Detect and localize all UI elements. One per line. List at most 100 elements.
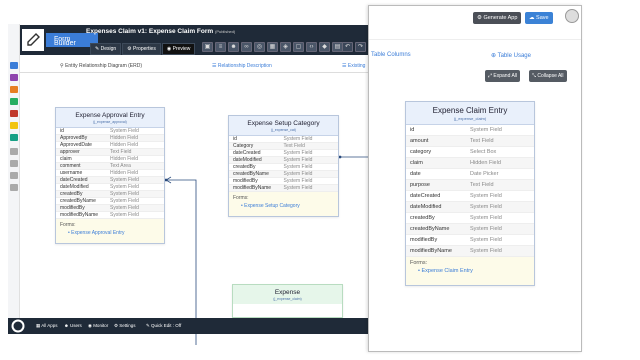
card-subtitle: (j_expense_cat): [271, 128, 296, 132]
card-header: Expense Approval Entry (j_expense_approv…: [56, 108, 164, 128]
forms-section: Forms: • Expense Claim Entry: [406, 257, 534, 285]
field-type: Hidden Field: [110, 156, 139, 162]
form-link[interactable]: • Expense Setup Category: [233, 203, 334, 209]
field-type: System Field: [470, 226, 502, 232]
field-list: id System Field ApprovedBy Hidden Field Ap…: [56, 128, 164, 219]
card-subtitle: (j_expense_claim): [453, 116, 487, 121]
field-row: id System Field: [56, 128, 164, 135]
monitor-link[interactable]: ◉ Monitor: [88, 323, 108, 329]
entity-card-expense-approval[interactable]: Expense Approval Entry (j_expense_approv…: [55, 107, 165, 244]
field-row: claim Hidden Field: [56, 156, 164, 163]
field-row: dateCreated System Field: [229, 150, 338, 157]
card-header: Expense Claim Entry (j_expense_claim): [406, 102, 534, 125]
form-link-label: Expense Claim Entry: [421, 268, 473, 274]
form-builder-window: Form Builder Expenses Claim v1: Expense …: [0, 0, 640, 360]
field-name: claim: [410, 160, 423, 166]
field-row: createdBy System Field: [406, 213, 534, 224]
bottom-bar: ▦ All Apps ☻ Users ◉ Monitor ⚙ Settings …: [8, 318, 370, 334]
field-name: modifiedBy: [410, 237, 438, 243]
table-columns-panel: ⚙ Generate App ☁ Save Table Columns ⊕ Ta…: [368, 5, 582, 352]
field-type: System Field: [110, 177, 139, 183]
field-name: dateModified: [233, 157, 262, 163]
forms-label: Forms:: [233, 195, 249, 201]
field-row: ApprovedDate Hidden Field: [56, 142, 164, 149]
field-name: modifiedBy: [60, 205, 85, 211]
field-name: modifiedByName: [60, 212, 99, 218]
field-type: System Field: [470, 237, 502, 243]
connector-dot: [338, 155, 342, 159]
field-name: claim: [60, 156, 72, 162]
settings-link[interactable]: ⚙ Settings: [114, 323, 136, 329]
field-type: System Field: [283, 136, 313, 142]
entity-card-expense-partial[interactable]: Expense (j_expense_claim): [232, 284, 343, 318]
expand-all-button[interactable]: ⤢ Expand All: [485, 70, 521, 82]
field-name: Category: [233, 143, 254, 149]
field-row: createdBy System Field: [56, 191, 164, 198]
tab-table-usage[interactable]: ⊕ Table Usage: [491, 52, 531, 59]
card-subtitle: (j_expense_claim): [273, 297, 302, 301]
field-type: Text Field: [470, 138, 494, 144]
field-name: createdBy: [410, 215, 435, 221]
field-row: claim Hidden Field: [406, 158, 534, 169]
field-type: System Field: [283, 164, 313, 170]
field-type: Select Box: [470, 149, 497, 155]
field-row: purpose Text Field: [406, 180, 534, 191]
field-row: modifiedBy System Field: [229, 178, 338, 185]
generate-app-button[interactable]: ⚙ Generate App: [473, 12, 522, 24]
card-title: Expense: [274, 289, 301, 296]
field-type: System Field: [283, 178, 313, 184]
field-row: modifiedByName System Field: [56, 212, 164, 219]
card-subtitle: (j_expense_approval): [93, 120, 127, 124]
field-type: System Field: [470, 248, 502, 254]
field-row: id System Field: [406, 125, 534, 136]
field-row: modifiedByName System Field: [229, 185, 338, 192]
forms-section: Forms: • Expense Setup Category: [229, 192, 338, 216]
field-name: purpose: [410, 182, 430, 188]
table-usage-label: Table Usage: [497, 53, 531, 59]
field-list: id System Field Category Text Field dateCr…: [229, 136, 338, 192]
field-name: modifiedBy: [233, 178, 258, 184]
field-type: Text Field: [283, 143, 305, 149]
form-link[interactable]: • Expense Approval Entry: [60, 230, 160, 236]
forms-section: Forms: • Expense Approval Entry: [56, 219, 164, 243]
field-name: username: [60, 170, 83, 176]
field-type: Hidden Field: [110, 135, 139, 141]
field-type: System Field: [283, 185, 313, 191]
field-name: id: [410, 127, 415, 133]
users-label: Users: [70, 323, 82, 328]
field-type: Text Field: [110, 149, 132, 155]
users-link[interactable]: ☻ Users: [64, 323, 82, 328]
field-row: dateModified System Field: [406, 202, 534, 213]
field-row: Category Text Field: [229, 143, 338, 150]
field-name: createdBy: [233, 164, 256, 170]
save-button[interactable]: ☁ Save: [525, 12, 553, 24]
joget-logo-icon[interactable]: [11, 319, 25, 333]
form-link-label: Expense Approval Entry: [71, 230, 125, 236]
card-title: Expense Setup Category: [247, 120, 320, 127]
field-name: modifiedByName: [410, 248, 452, 254]
all-apps-link[interactable]: ▦ All Apps: [36, 323, 58, 329]
monitor-label: Monitor: [93, 323, 109, 328]
field-type: Date Picker: [470, 171, 499, 177]
tab-table-columns[interactable]: Table Columns: [371, 52, 411, 58]
quick-edit-toggle[interactable]: ✎ Quick Edit : Off: [146, 323, 181, 329]
field-type: System Field: [110, 184, 139, 190]
all-apps-label: All Apps: [41, 323, 58, 328]
entity-card-expense-category[interactable]: Expense Setup Category (j_expense_cat) i…: [228, 115, 339, 217]
form-link[interactable]: • Expense Claim Entry: [410, 268, 530, 274]
settings-label: Settings: [119, 323, 136, 328]
field-row: modifiedByName System Field: [406, 246, 534, 257]
field-name: approver: [60, 149, 80, 155]
field-row: ApprovedBy Hidden Field: [56, 135, 164, 142]
field-row: comment Text Area: [56, 163, 164, 170]
field-name: ApprovedBy: [60, 135, 88, 141]
field-name: dateCreated: [410, 193, 441, 199]
collapse-all-button[interactable]: ⤡ Collapse All: [529, 70, 567, 82]
field-name: date: [410, 171, 421, 177]
entity-card-expense-claim[interactable]: Expense Claim Entry (j_expense_claim) id…: [405, 101, 535, 286]
forms-label: Forms:: [60, 222, 76, 228]
field-name: id: [233, 136, 237, 142]
avatar[interactable]: [565, 9, 579, 23]
card-header: Expense (j_expense_claim): [233, 285, 342, 304]
field-row: dateCreated System Field: [406, 191, 534, 202]
